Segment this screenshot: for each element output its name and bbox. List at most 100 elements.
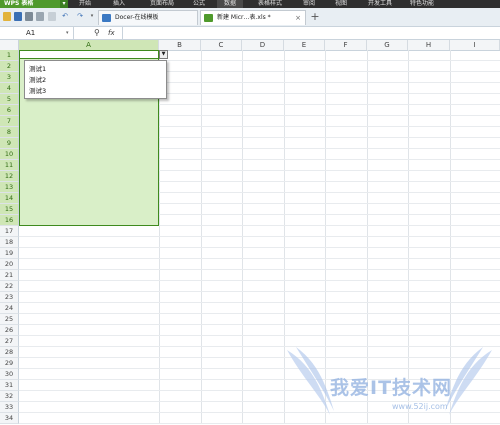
format-painter-icon[interactable]	[48, 12, 56, 21]
undo-icon[interactable]: ↶	[61, 12, 69, 21]
row-header[interactable]: 30	[0, 369, 19, 380]
grid-row: 13	[0, 182, 500, 193]
row-header[interactable]: 14	[0, 193, 19, 204]
column-header[interactable]: I	[450, 40, 500, 50]
grid-row: 9	[0, 138, 500, 149]
grid-row: 11	[0, 160, 500, 171]
grid-row: 18	[0, 237, 500, 248]
close-icon[interactable]: ×	[295, 11, 301, 25]
row-header[interactable]: 6	[0, 105, 19, 116]
chevron-down-icon[interactable]: ▾	[88, 12, 96, 21]
row-header[interactable]: 9	[0, 138, 19, 149]
grid-row: 7	[0, 116, 500, 127]
row-header[interactable]: 4	[0, 83, 19, 94]
app-menu-button[interactable]: WPS 表格	[0, 0, 60, 8]
tab-docer-templates[interactable]: Docer-在线模板	[98, 10, 198, 25]
menu-bar: WPS 表格 ▾ 开始 插入 页面布局 公式 数据 表格样式 审阅 视图 开发工…	[0, 0, 500, 8]
menu-developer[interactable]: 开发工具	[362, 0, 398, 8]
row-header[interactable]: 32	[0, 391, 19, 402]
menu-table-style[interactable]: 表格样式	[250, 0, 290, 8]
row-header[interactable]: 16	[0, 215, 19, 226]
new-tab-button[interactable]: +	[309, 11, 321, 23]
column-header[interactable]: F	[325, 40, 367, 50]
dropdown-option[interactable]: 测试1	[25, 64, 166, 75]
validation-dropdown-list[interactable]: 测试1 测试2 测试3	[24, 60, 167, 99]
row-header[interactable]: 3	[0, 72, 19, 83]
open-folder-icon[interactable]	[3, 12, 11, 21]
zoom-icon[interactable]: ⚲	[94, 28, 100, 38]
dropdown-option[interactable]: 测试2	[25, 75, 166, 86]
row-header[interactable]: 8	[0, 127, 19, 138]
menu-view[interactable]: 视图	[328, 0, 354, 8]
column-header[interactable]: A	[19, 40, 159, 50]
grid-row: 10	[0, 149, 500, 160]
column-header[interactable]: B	[159, 40, 201, 50]
row-header[interactable]: 7	[0, 116, 19, 127]
row-header[interactable]: 31	[0, 380, 19, 391]
grid-row: 34	[0, 413, 500, 424]
row-header[interactable]: 34	[0, 413, 19, 424]
grid-row: 20	[0, 259, 500, 270]
row-header[interactable]: 22	[0, 281, 19, 292]
tab-label: Docer-在线模板	[115, 14, 159, 21]
column-header[interactable]: D	[242, 40, 284, 50]
row-header[interactable]: 17	[0, 226, 19, 237]
redo-icon[interactable]: ↷	[76, 12, 84, 21]
row-header[interactable]: 15	[0, 204, 19, 215]
menu-data[interactable]: 数据	[217, 0, 243, 8]
grid-row: 23	[0, 292, 500, 303]
row-header[interactable]: 29	[0, 358, 19, 369]
print-preview-icon[interactable]	[36, 12, 44, 21]
grid-row: 33	[0, 402, 500, 413]
row-header[interactable]: 21	[0, 270, 19, 281]
row-header[interactable]: 24	[0, 303, 19, 314]
grid-row: 31	[0, 380, 500, 391]
row-header[interactable]: 23	[0, 292, 19, 303]
save-icon[interactable]	[14, 12, 22, 21]
select-all-corner[interactable]	[0, 40, 19, 50]
fx-label[interactable]: fx	[108, 27, 115, 39]
grid-row: 32	[0, 391, 500, 402]
toolbar: ↶ ↷ ▾ Docer-在线模板 新建 Micr…表.xls * × +	[0, 8, 500, 27]
column-header[interactable]: H	[408, 40, 450, 50]
row-header[interactable]: 20	[0, 259, 19, 270]
row-header[interactable]: 28	[0, 347, 19, 358]
column-header[interactable]: C	[201, 40, 242, 50]
tab-label: 新建 Micr…表.xls *	[217, 14, 271, 21]
column-header[interactable]: G	[367, 40, 408, 50]
grid-row: 12	[0, 171, 500, 182]
chevron-down-icon[interactable]: ▾	[60, 0, 68, 8]
name-box[interactable]: A1	[0, 27, 74, 39]
menu-page-layout[interactable]: 页面布局	[142, 0, 182, 8]
menu-home[interactable]: 开始	[70, 0, 100, 8]
row-header[interactable]: 10	[0, 149, 19, 160]
print-icon[interactable]	[25, 12, 33, 21]
row-header[interactable]: 2	[0, 61, 19, 72]
row-header[interactable]: 25	[0, 314, 19, 325]
grid-row: 21	[0, 270, 500, 281]
grid-row: 14	[0, 193, 500, 204]
menu-insert[interactable]: 插入	[104, 0, 134, 8]
column-header[interactable]: E	[284, 40, 325, 50]
row-header[interactable]: 18	[0, 237, 19, 248]
formula-input[interactable]	[122, 27, 500, 39]
chevron-down-icon[interactable]: ▾	[66, 27, 69, 39]
spreadsheet-icon	[204, 14, 213, 22]
menu-special[interactable]: 特色功能	[404, 0, 440, 8]
row-header[interactable]: 12	[0, 171, 19, 182]
row-header[interactable]: 13	[0, 182, 19, 193]
row-header[interactable]: 26	[0, 325, 19, 336]
dropdown-option[interactable]: 测试3	[25, 86, 166, 97]
tab-workbook[interactable]: 新建 Micr…表.xls * ×	[200, 10, 306, 25]
row-header[interactable]: 33	[0, 402, 19, 413]
grid-row: 28	[0, 347, 500, 358]
grid-row: 26	[0, 325, 500, 336]
row-header[interactable]: 1	[0, 50, 19, 61]
menu-formula[interactable]: 公式	[186, 0, 212, 8]
row-header[interactable]: 5	[0, 94, 19, 105]
row-header[interactable]: 19	[0, 248, 19, 259]
row-header[interactable]: 27	[0, 336, 19, 347]
grid-row: 27	[0, 336, 500, 347]
row-header[interactable]: 11	[0, 160, 19, 171]
menu-review[interactable]: 审阅	[296, 0, 322, 8]
